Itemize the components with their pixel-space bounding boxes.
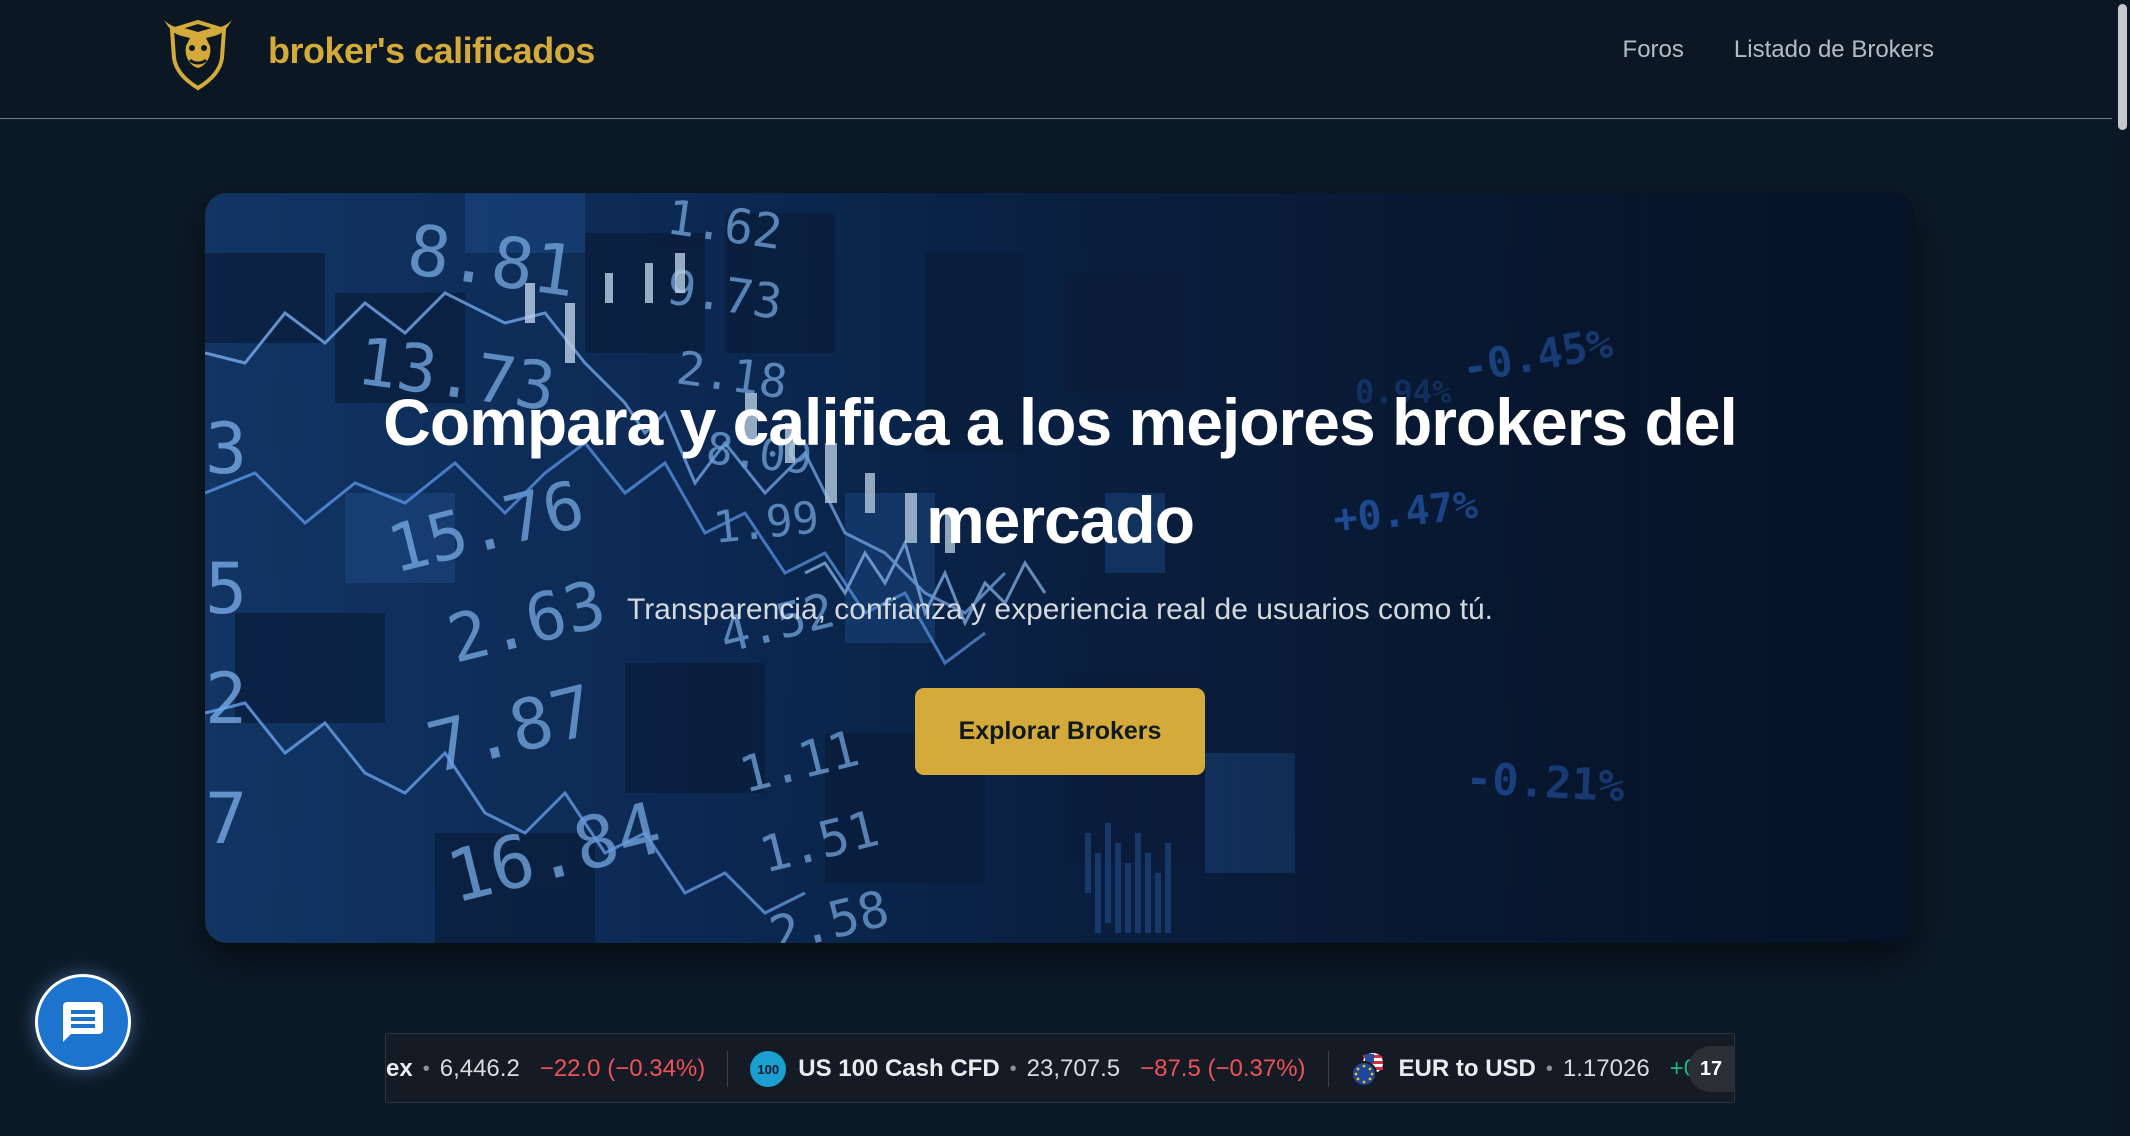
page-scrollbar[interactable] bbox=[2112, 0, 2130, 1136]
ticker-item[interactable]: ex • 6,446.2 −22.0 (−0.34%) bbox=[386, 1034, 727, 1102]
ticker-symbol: US 100 Cash CFD bbox=[798, 1055, 1000, 1082]
explore-brokers-button[interactable]: Explorar Brokers bbox=[915, 688, 1205, 775]
ticker-price: 23,707.5 bbox=[1026, 1055, 1121, 1082]
hero-banner: 8.81 13.73 1.62 9.73 2.18 8.09 1.99 15.7… bbox=[205, 193, 1915, 943]
scrollbar-thumb[interactable] bbox=[2118, 4, 2127, 130]
ticker-symbol: ex bbox=[386, 1055, 413, 1082]
bull-bear-shield-logo[interactable] bbox=[160, 16, 236, 92]
ticker-symbol: EUR to USD bbox=[1398, 1055, 1536, 1082]
ticker-separator-dot: • bbox=[422, 1057, 430, 1080]
chat-bubble-icon bbox=[63, 1002, 103, 1042]
nav-item-foros[interactable]: Foros bbox=[1623, 36, 1684, 64]
eu-us-flag-icon bbox=[1350, 1053, 1383, 1087]
top-navbar: broker's calificados Foros Listado de Br… bbox=[0, 0, 2112, 119]
brand-name[interactable]: broker's calificados bbox=[268, 30, 595, 72]
main-nav: Foros Listado de Brokers bbox=[1623, 36, 1934, 64]
ticker-item[interactable]: 100 US 100 Cash CFD • 23,707.5 −87.5 (−0… bbox=[728, 1034, 1327, 1102]
ticker-change: −22.0 (−0.34%) bbox=[539, 1055, 706, 1082]
us100-icon: 100 bbox=[750, 1051, 787, 1087]
nav-item-listado-brokers[interactable]: Listado de Brokers bbox=[1734, 36, 1934, 64]
ticker-separator-dot: • bbox=[1545, 1057, 1553, 1080]
market-ticker[interactable]: ex • 6,446.2 −22.0 (−0.34%) 100 US 100 C… bbox=[385, 1033, 1735, 1103]
hero-subtitle: Transparencia, confianza y experiencia r… bbox=[626, 593, 1493, 626]
ticker-price: 1.17026 bbox=[1562, 1055, 1650, 1082]
ticker-item[interactable]: EUR to USD • 1.17026 +0.005 bbox=[1329, 1034, 1734, 1102]
ticker-track: ex • 6,446.2 −22.0 (−0.34%) 100 US 100 C… bbox=[386, 1034, 1734, 1102]
hero-content: Compara y califica a los mejores brokers… bbox=[205, 193, 1915, 943]
ticker-separator-dot: • bbox=[1009, 1057, 1017, 1080]
hero-title: Compara y califica a los mejores brokers… bbox=[383, 385, 1738, 557]
chat-button[interactable] bbox=[35, 974, 131, 1070]
ticker-change: −87.5 (−0.37%) bbox=[1140, 1055, 1306, 1082]
tradingview-logo[interactable]: 17 bbox=[1688, 1046, 1734, 1092]
ticker-price: 6,446.2 bbox=[439, 1055, 520, 1082]
